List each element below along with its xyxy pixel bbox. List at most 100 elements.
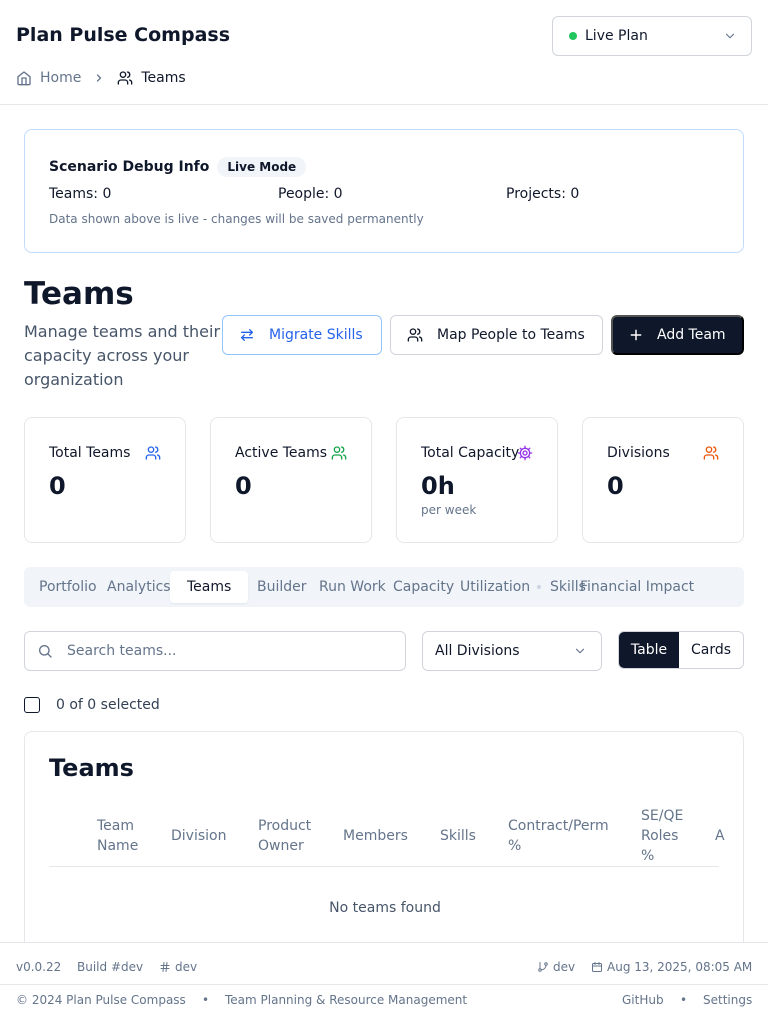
users-icon — [145, 446, 161, 460]
users-icon — [407, 328, 423, 342]
stat-label: Total Capacity — [421, 445, 520, 461]
tab-separator-dot — [537, 585, 541, 589]
stat-sublabel: per week — [421, 503, 477, 517]
view-table-button[interactable]: Table — [619, 632, 679, 668]
plan-select-value: Live Plan — [585, 28, 648, 44]
col-members: Members — [343, 828, 408, 844]
breadcrumb-current-label: Teams — [141, 70, 186, 86]
tab-analytics[interactable]: Analytics — [107, 571, 171, 603]
live-status-dot — [569, 32, 577, 40]
tab-builder[interactable]: Builder — [257, 571, 307, 603]
users-icon — [703, 446, 719, 460]
add-team-label: Add Team — [657, 327, 726, 343]
app-title: Plan Pulse Compass — [16, 24, 231, 46]
stat-label: Divisions — [607, 445, 670, 461]
col-se-qe-roles: SE/QE Roles % — [641, 808, 684, 864]
view-cards-button[interactable]: Cards — [679, 632, 743, 668]
footer-github-link[interactable]: GitHub — [622, 993, 664, 1007]
app-header: Plan Pulse Compass Live Plan Home Teams — [0, 0, 768, 105]
chevron-down-icon — [575, 648, 585, 654]
users-icon — [118, 71, 133, 85]
stat-card-total-capacity: Total Capacity 0h per week — [396, 417, 558, 543]
select-all-checkbox[interactable] — [24, 697, 40, 713]
scenario-debug-card: Scenario Debug Info Live Mode Teams: 0 P… — [24, 129, 744, 253]
footer-separator: • — [202, 993, 210, 1007]
table-header-divider — [49, 866, 719, 867]
debug-people: People: 0 — [278, 186, 343, 202]
footer-build-row: v0.0.22 Build #dev dev dev Aug 13, 2025,… — [0, 943, 768, 985]
view-toggle: Table Cards — [618, 631, 744, 669]
map-people-button[interactable]: Map People to Teams — [390, 315, 603, 355]
tab-portfolio[interactable]: Portfolio — [39, 571, 97, 603]
selected-count: 0 of 0 selected — [56, 697, 160, 713]
page-description: Manage teams and their capacity across y… — [24, 322, 221, 389]
division-select[interactable]: All Divisions — [422, 631, 602, 671]
live-mode-badge: Live Mode — [217, 157, 307, 177]
arrows-swap-icon — [241, 329, 253, 341]
map-people-label: Map People to Teams — [437, 327, 585, 343]
stat-value: 0 — [235, 472, 252, 500]
gear-icon — [517, 445, 533, 461]
breadcrumb-home-label: Home — [40, 70, 82, 86]
footer-build: Build #dev — [77, 960, 144, 974]
table-title: Teams — [49, 754, 134, 782]
tab-run-work[interactable]: Run Work — [319, 571, 386, 603]
teams-table-card: Teams Team Name Division Product Owner M… — [24, 731, 744, 971]
col-skills: Skills — [440, 828, 476, 844]
plan-select[interactable]: Live Plan — [552, 16, 752, 56]
col-team-name: Team Name — [97, 818, 139, 854]
tab-capacity[interactable]: Capacity — [393, 571, 454, 603]
git-branch-icon — [538, 962, 548, 972]
footer-date: Aug 13, 2025, 08:05 AM — [591, 960, 752, 974]
search-input[interactable] — [67, 643, 387, 659]
tab-financial-impact[interactable]: Financial Impact — [580, 571, 694, 603]
home-icon — [17, 71, 31, 86]
footer-date-value: Aug 13, 2025, 08:05 AM — [607, 960, 753, 974]
col-actions: A — [715, 828, 725, 844]
stat-card-divisions: Divisions 0 — [582, 417, 744, 543]
col-contract-perm: Contract/Perm % — [508, 818, 609, 854]
breadcrumb: Home Teams — [16, 68, 186, 88]
chevron-down-icon — [725, 33, 735, 39]
debug-title: Scenario Debug Info — [49, 159, 210, 175]
stat-value: 0 — [607, 472, 624, 500]
debug-projects: Projects: 0 — [506, 186, 580, 202]
app-footer: v0.0.22 Build #dev dev dev Aug 13, 2025,… — [0, 942, 768, 1024]
breadcrumb-current: Teams — [117, 70, 186, 86]
users-icon — [331, 446, 347, 460]
hash-icon — [160, 962, 170, 972]
footer-separator: • — [680, 993, 688, 1007]
stat-card-total-teams: Total Teams 0 — [24, 417, 186, 543]
debug-title-row: Scenario Debug Info Live Mode — [49, 157, 307, 177]
col-division: Division — [171, 828, 227, 844]
footer-settings-link[interactable]: Settings — [703, 993, 752, 1007]
debug-teams: Teams: 0 — [49, 186, 112, 202]
add-team-button[interactable]: Add Team — [611, 315, 744, 355]
division-select-value: All Divisions — [435, 643, 520, 659]
stat-label: Active Teams — [235, 445, 328, 461]
stat-card-active-teams: Active Teams 0 — [210, 417, 372, 543]
footer-hash: dev — [159, 960, 197, 974]
breadcrumb-home[interactable]: Home — [16, 70, 81, 86]
tab-utilization[interactable]: Utilization — [460, 571, 530, 603]
page-title: Teams — [24, 276, 134, 312]
migrate-skills-label: Migrate Skills — [269, 327, 363, 343]
plus-icon — [630, 329, 642, 341]
debug-note: Data shown above is live - changes will … — [49, 212, 424, 226]
empty-state: No teams found — [329, 900, 441, 916]
col-product-owner: Product Owner — [258, 818, 312, 854]
footer-version: v0.0.22 — [16, 960, 62, 974]
stat-value: 0h — [421, 472, 455, 500]
stat-value: 0 — [49, 472, 66, 500]
tab-bar: Portfolio Analytics Teams Builder Run Wo… — [24, 567, 744, 607]
footer-tagline: Team Planning & Resource Management — [225, 993, 468, 1007]
footer-branch: dev — [537, 960, 575, 974]
footer-hash-value: dev — [175, 960, 198, 974]
stat-label: Total Teams — [49, 445, 131, 461]
select-all-row: 0 of 0 selected — [24, 697, 160, 713]
tab-teams[interactable]: Teams — [170, 571, 249, 603]
search-box — [24, 631, 406, 671]
migrate-skills-button[interactable]: Migrate Skills — [222, 315, 382, 355]
footer-branch-value: dev — [553, 960, 576, 974]
chevron-right-icon — [97, 74, 102, 82]
